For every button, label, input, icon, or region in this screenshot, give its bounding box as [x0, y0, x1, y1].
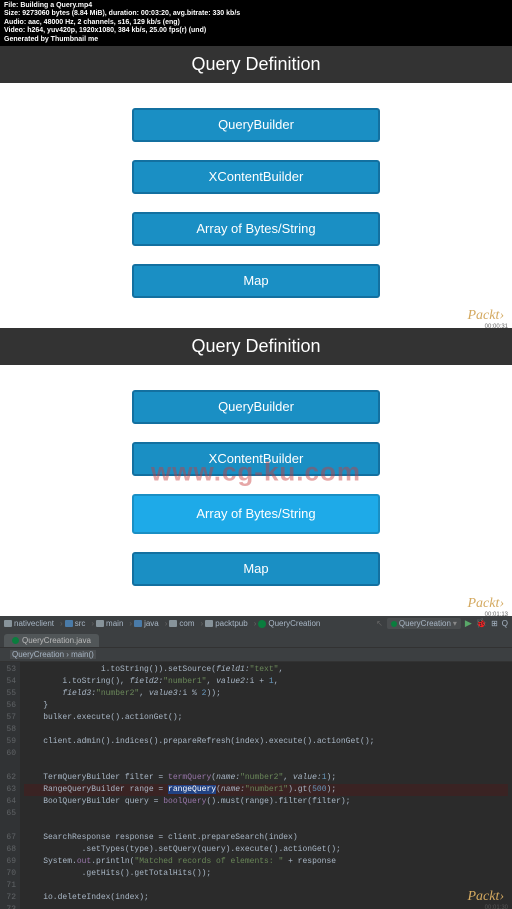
breadcrumb-label: com [179, 619, 194, 628]
breadcrumb-label: packtpub [215, 619, 247, 628]
folder-icon [4, 620, 12, 627]
breadcrumb-label: java [144, 619, 159, 628]
map-button[interactable]: Map [132, 552, 380, 586]
class-icon [258, 620, 266, 628]
breadcrumb-bar: nativeclient› src› main› java› com› pack… [0, 616, 512, 632]
breadcrumb-label: QueryCreation [268, 619, 320, 628]
method-path: QueryCreation › main() [10, 650, 96, 659]
run-config[interactable]: QueryCreation▾ [387, 618, 461, 629]
array-bytes-string-button[interactable]: Array of Bytes/String [132, 212, 380, 246]
tab-bar: QueryCreation.java [0, 632, 512, 648]
map-button[interactable]: Map [132, 264, 380, 298]
timestamp: 00:01:30 [485, 905, 508, 909]
code-editor[interactable]: 5354555657585960626364656768697071727374… [0, 662, 512, 909]
xcontentbuilder-button[interactable]: XContentBuilder [132, 442, 380, 476]
folder-icon [169, 620, 177, 627]
audio-line: Audio: aac, 48000 Hz, 2 channels, s16, 1… [4, 19, 508, 27]
folder-icon [134, 620, 142, 627]
slide-2: Query Definition www.cg-ku.com QueryBuil… [0, 328, 512, 616]
slide-title: Query Definition [0, 328, 512, 365]
querybuilder-button[interactable]: QueryBuilder [132, 390, 380, 424]
packt-logo: Packt› [467, 889, 504, 905]
packt-logo: Packt› [467, 596, 504, 612]
method-breadcrumb: QueryCreation › main() [0, 648, 512, 662]
breadcrumb-item[interactable]: src [65, 619, 86, 628]
generated-line: Generated by Thumbnail me [4, 36, 508, 44]
breadcrumb-item[interactable]: java [134, 619, 159, 628]
packt-logo: Packt› [467, 308, 504, 324]
run-config-label: QueryCreation [399, 619, 451, 628]
breadcrumb-label: src [75, 619, 86, 628]
folder-icon [65, 620, 73, 627]
breadcrumb-item[interactable]: QueryCreation [258, 619, 320, 628]
slide-title: Query Definition [0, 46, 512, 83]
search-icon[interactable]: Q [502, 619, 508, 628]
querybuilder-button[interactable]: QueryBuilder [132, 108, 380, 142]
xcontentbuilder-button[interactable]: XContentBuilder [132, 160, 380, 194]
slide-content: QueryBuilder XContentBuilder Array of By… [0, 365, 512, 616]
editor-tab[interactable]: QueryCreation.java [4, 634, 99, 647]
file-metadata: File: Building a Query.mp4 Size: 9273060… [0, 0, 512, 46]
class-icon [391, 621, 397, 627]
breadcrumb-item[interactable]: main [96, 619, 123, 628]
slide-content: QueryBuilder XContentBuilder Array of By… [0, 83, 512, 328]
breadcrumb-item[interactable]: com [169, 619, 194, 628]
size-line: Size: 9273060 bytes (8.84 MiB), duration… [4, 10, 508, 18]
ide-window: nativeclient› src› main› java› com› pack… [0, 616, 512, 909]
folder-icon [96, 620, 104, 627]
toolbar-right: ↖ QueryCreation▾ ▶ 🐞 ⊞ Q [376, 618, 508, 629]
breadcrumb-label: nativeclient [14, 619, 54, 628]
class-icon [12, 637, 19, 644]
file-line: File: Building a Query.mp4 [4, 2, 508, 10]
code-content[interactable]: i.toString()).setSource(field1:"text", i… [20, 662, 512, 909]
tab-label: QueryCreation.java [22, 636, 91, 645]
folder-icon [205, 620, 213, 627]
run-icon[interactable]: ▶ [465, 618, 472, 629]
debug-icon[interactable]: 🐞 [476, 618, 487, 629]
breadcrumb-label: main [106, 619, 123, 628]
breadcrumb-item[interactable]: packtpub [205, 619, 247, 628]
video-line: Video: h264, yuv420p, 1920x1080, 384 kb/… [4, 27, 508, 35]
slide-1: Query Definition QueryBuilder XContentBu… [0, 46, 512, 328]
array-bytes-string-button[interactable]: Array of Bytes/String [132, 494, 380, 534]
breadcrumb-item[interactable]: nativeclient [4, 619, 54, 628]
gutter: 5354555657585960626364656768697071727374… [0, 662, 20, 909]
